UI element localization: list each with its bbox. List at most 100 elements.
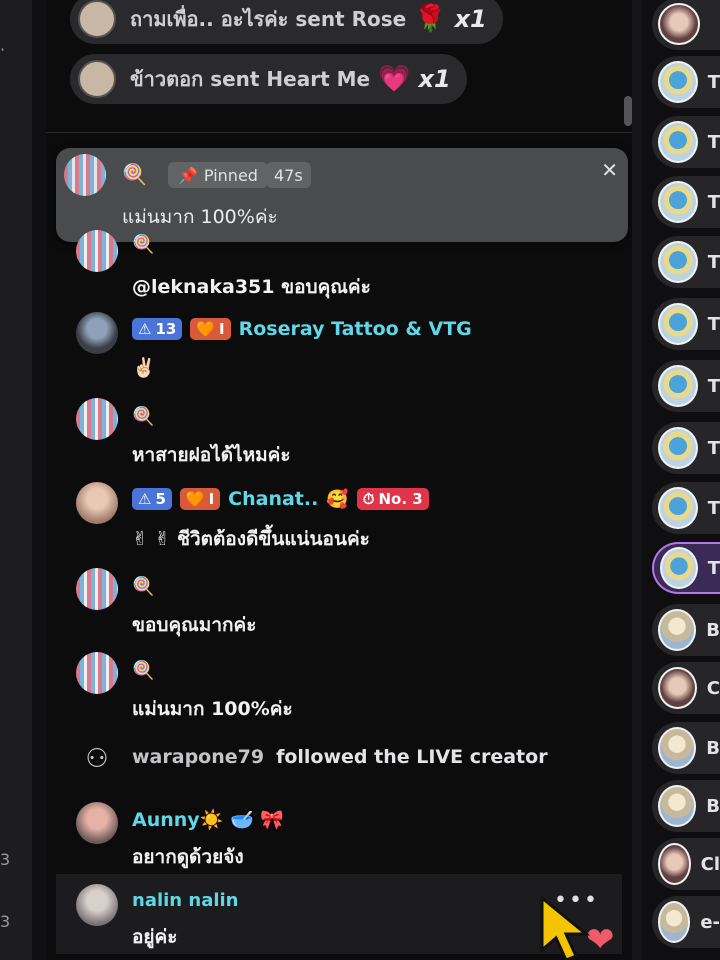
viewer-list[interactable]: T T T T T T T T T B C B B Cl e-	[642, 0, 720, 960]
viewer-item[interactable]: B	[652, 722, 720, 774]
left-edge-mark: 3	[0, 850, 11, 869]
comment-header: Aunny☀️ 🥣 🎀	[132, 808, 284, 831]
username[interactable]: nalin nalin	[132, 890, 239, 911]
viewer-name: T	[707, 191, 720, 213]
rose-gift-icon: 🌹	[414, 4, 447, 34]
avatar	[658, 487, 698, 529]
viewer-name: T	[707, 71, 720, 93]
viewer-item[interactable]: C	[652, 662, 720, 714]
comment-text: อยู่ค่ะ	[132, 926, 178, 948]
pinned-label: Pinned	[203, 165, 258, 185]
viewer-item[interactable]: B	[652, 604, 720, 656]
comment-text: ขอบคุณมากค่ะ	[132, 614, 257, 636]
viewer-name: T	[707, 557, 720, 579]
left-edge-mark: ·	[0, 40, 6, 59]
divider	[46, 132, 632, 133]
chat-comment: 🍭 แม่นมาก 100%ค่ะ	[76, 652, 626, 722]
panel-divider	[32, 0, 46, 960]
viewer-name: e-	[700, 911, 720, 933]
follow-message: followed the LIVE creator	[276, 746, 548, 768]
avatar	[658, 727, 697, 769]
viewer-name: T	[707, 437, 720, 459]
avatar	[658, 241, 698, 283]
avatar[interactable]	[76, 652, 118, 694]
avatar[interactable]	[76, 230, 118, 272]
viewer-item[interactable]: T	[652, 236, 720, 288]
viewer-item[interactable]: T	[652, 56, 720, 108]
username[interactable]: Chanat..	[228, 488, 318, 510]
lollipop-icon: 🍭	[132, 406, 155, 427]
pinned-time: 47s	[266, 162, 311, 188]
viewer-item[interactable]: B	[652, 780, 720, 832]
comment-header: 🍭	[132, 406, 154, 427]
username[interactable]: Roseray Tattoo & VTG	[239, 318, 472, 340]
viewer-name: T	[707, 497, 720, 519]
gift-multiplier: x1	[418, 65, 451, 93]
viewer-item[interactable]: T	[652, 482, 720, 534]
pinned-message: แม่นมาก 100%ค่ะ	[122, 206, 278, 228]
username[interactable]: warapone79	[132, 746, 264, 768]
level-badge: ⚠ 5	[132, 488, 172, 510]
gift-multiplier: x1	[454, 5, 487, 33]
avatar	[658, 121, 698, 163]
comment-text: ✌ ✌ ชีวิตต้องดีขึ้นแน่นอนค่ะ	[132, 528, 370, 550]
viewer-item[interactable]: T	[652, 360, 720, 412]
level-icon: ⚠	[138, 320, 152, 338]
avatar[interactable]	[76, 884, 118, 926]
viewer-item[interactable]: T	[652, 116, 720, 168]
comment-text: @leknaka351 ขอบคุณค่ะ	[132, 276, 371, 298]
chat-comment: ⚠ 5 🧡 I Chanat.. 🥰 ⏱ No. 3 ✌ ✌ ชีวิตต้องดีข…	[76, 482, 626, 552]
comment-text: หาสายฝอได้ไหมค่ะ	[132, 444, 291, 466]
pinned-comment[interactable]: 🍭 📌 Pinned 47s ✕ แม่นมาก 100%ค่ะ	[56, 148, 628, 242]
comment-text: แม่นมาก 100%ค่ะ	[132, 698, 293, 720]
gift-notification: ถามเพื่อ.. อะไรค่ะ sent Rose 🌹 x1	[70, 0, 503, 44]
avatar[interactable]	[76, 568, 118, 610]
avatar[interactable]	[76, 312, 118, 354]
lollipop-icon: 🍭	[132, 660, 155, 681]
avatar	[658, 427, 698, 469]
lollipop-icon: 🍭	[132, 576, 155, 597]
viewer-item[interactable]: T	[652, 298, 720, 350]
username[interactable]: Aunny☀️ 🥣 🎀	[132, 808, 284, 831]
close-icon[interactable]: ✕	[601, 158, 618, 182]
viewer-item[interactable]	[652, 0, 720, 50]
comment-header: ⚠ 5 🧡 I Chanat.. 🥰 ⏱ No. 3	[132, 488, 429, 510]
avatar[interactable]	[76, 482, 118, 524]
avatar	[658, 365, 698, 407]
gift-text: ข้าวตอก sent Heart Me	[130, 67, 371, 91]
viewer-item-selected[interactable]: T	[652, 542, 720, 594]
avatar	[660, 547, 698, 589]
left-edge-mark: 3	[0, 912, 11, 931]
avatar	[658, 609, 697, 651]
heart-me-gift-icon: 💗	[378, 64, 411, 94]
avatar[interactable]	[76, 398, 118, 440]
level-badge: ⚠ 13	[132, 318, 183, 340]
viewer-item[interactable]: T	[652, 176, 720, 228]
medal-icon: ⏱	[362, 490, 375, 508]
gift-text: ถามเพื่อ.. อะไรค่ะ sent Rose	[130, 7, 407, 31]
hearts-face-icon: 🥰	[326, 488, 349, 510]
chat-scrollbar[interactable]	[624, 96, 632, 126]
pin-icon: 📌	[178, 165, 198, 185]
chat-comment: Aunny☀️ 🥣 🎀 อยากดูด้วยจัง	[76, 802, 626, 872]
avatar	[658, 843, 691, 885]
viewer-item[interactable]: T	[652, 422, 720, 474]
left-panel-edge: · 3 3	[0, 0, 32, 960]
panel-divider	[632, 0, 642, 960]
follow-text: warapone79 followed the LIVE creator	[132, 746, 548, 768]
viewer-name: C	[706, 677, 720, 699]
mouse-cursor-icon	[540, 894, 591, 960]
chat-comment: ⚠ 13 🧡 I Roseray Tattoo & VTG ✌🏻	[76, 312, 626, 384]
viewer-item[interactable]: Cl	[652, 838, 720, 890]
comment-header: nalin nalin	[132, 890, 239, 911]
comment-text: อยากดูด้วยจัง	[132, 846, 244, 868]
comment-header: 🍭	[132, 234, 154, 255]
fan-badge: 🧡 I	[179, 488, 221, 510]
avatar[interactable]	[76, 802, 118, 844]
avatar	[658, 667, 697, 709]
chat-comment: 🍭 หาสายฝอได้ไหมค่ะ	[76, 398, 626, 468]
viewer-name: B	[706, 737, 720, 759]
comment-text: ✌🏻	[132, 357, 156, 379]
viewer-item[interactable]: e-	[652, 896, 720, 948]
live-chat-panel[interactable]: ถามเพื่อ.. อะไรค่ะ sent Rose 🌹 x1 ข้าวตอ…	[46, 0, 632, 960]
